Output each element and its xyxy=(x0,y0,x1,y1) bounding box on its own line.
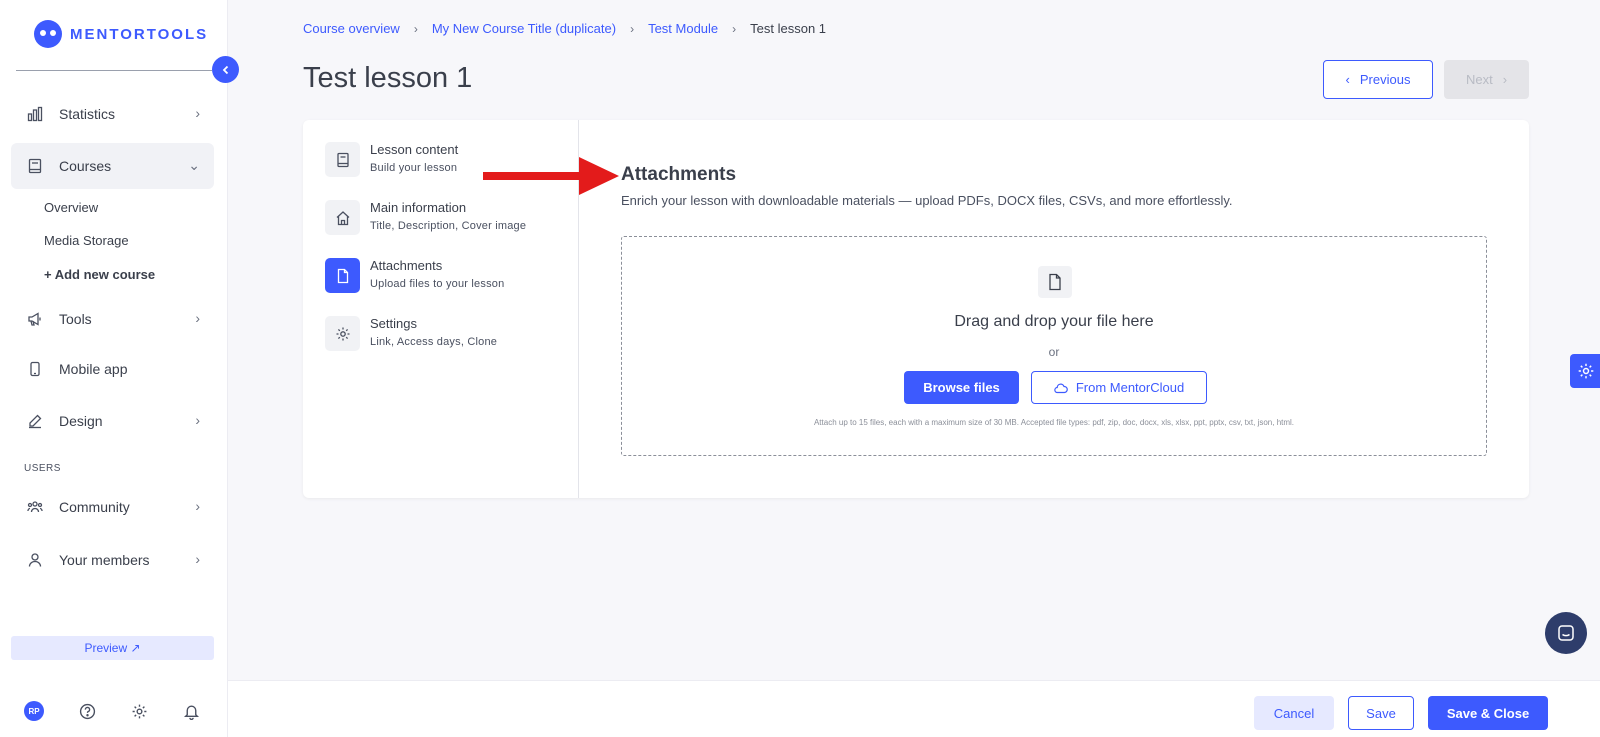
brand-name: MENTORTOOLS xyxy=(70,25,209,43)
save-close-button[interactable]: Save & Close xyxy=(1428,696,1548,730)
sidebar-subitem-add-course[interactable]: + Add new course xyxy=(44,267,155,282)
step-main-information[interactable]: Main information Title, Description, Cov… xyxy=(325,198,526,235)
bell-icon[interactable] xyxy=(182,702,200,720)
step-title: Attachments xyxy=(370,258,443,273)
dropzone-text: Drag and drop your file here xyxy=(954,313,1154,330)
next-button[interactable]: Next › xyxy=(1444,60,1529,99)
sidebar-item-community[interactable]: Community › xyxy=(11,484,214,530)
sidebar-item-statistics[interactable]: Statistics › xyxy=(11,91,214,137)
breadcrumb-item[interactable]: Course overview xyxy=(303,21,400,36)
book-icon xyxy=(325,142,360,177)
divider xyxy=(16,70,212,71)
breadcrumb-current: Test lesson 1 xyxy=(750,21,827,36)
home-icon xyxy=(325,200,360,235)
step-subtitle: Build your lesson xyxy=(370,162,458,174)
bar-chart-icon xyxy=(25,104,45,124)
megaphone-icon xyxy=(25,309,45,329)
dropzone-note: Attach up to 15 files, each with a maxim… xyxy=(813,418,1295,427)
sidebar-item-your-members[interactable]: Your members › xyxy=(11,537,214,583)
step-attachments[interactable]: Attachments Upload files to your lesson xyxy=(325,256,504,293)
attachments-title: Attachments xyxy=(621,164,737,185)
section-label-users: USERS xyxy=(24,463,61,474)
sidebar-item-label: Your members xyxy=(59,552,150,568)
book-icon xyxy=(25,156,45,176)
people-icon xyxy=(25,497,45,517)
breadcrumb-item[interactable]: Test Module xyxy=(648,21,718,36)
chevron-right-icon: › xyxy=(195,551,200,567)
sidebar-item-label: Community xyxy=(59,499,130,515)
pencil-icon xyxy=(25,411,45,431)
chevron-right-icon: › xyxy=(732,21,737,36)
sidebar-item-tools[interactable]: Tools › xyxy=(11,296,214,342)
gear-icon xyxy=(325,316,360,351)
chat-icon xyxy=(1558,625,1574,641)
sidebar-item-label: Tools xyxy=(59,311,92,327)
save-button[interactable]: Save xyxy=(1348,696,1414,730)
sidebar-item-label: Design xyxy=(59,413,103,429)
chevron-right-icon: › xyxy=(195,105,200,121)
avatar[interactable]: RP xyxy=(24,701,44,721)
sidebar-item-label: Statistics xyxy=(59,106,116,122)
chevron-right-icon: › xyxy=(1502,72,1508,87)
step-title: Main information xyxy=(370,200,467,215)
chevron-left-icon xyxy=(222,65,228,74)
sidebar-item-design[interactable]: Design › xyxy=(11,398,214,444)
preview-button[interactable]: Preview ↗ xyxy=(11,636,214,660)
sidebar-item-mobile-app[interactable]: Mobile app xyxy=(11,346,214,392)
gear-icon[interactable] xyxy=(130,702,148,720)
step-settings[interactable]: Settings Link, Access days, Clone xyxy=(325,314,497,351)
from-mentorcloud-button[interactable]: From MentorCloud xyxy=(1031,371,1207,404)
logo-icon xyxy=(34,20,62,48)
gear-icon xyxy=(1578,363,1594,379)
footer-bar: Cancel Save Save & Close xyxy=(228,680,1600,737)
previous-button[interactable]: ‹ Previous xyxy=(1323,60,1433,99)
annotation-arrow xyxy=(483,157,619,195)
logo[interactable]: MENTORTOOLS xyxy=(34,20,208,48)
chevron-right-icon: › xyxy=(195,498,200,514)
chat-button[interactable] xyxy=(1545,612,1587,654)
phone-icon xyxy=(25,359,45,379)
page-title: Test lesson 1 xyxy=(303,62,473,94)
dropzone-or: or xyxy=(1048,345,1060,359)
next-label: Next xyxy=(1465,72,1493,87)
sidebar-item-label: Courses xyxy=(59,158,112,174)
user-icon xyxy=(25,550,45,570)
cancel-button[interactable]: Cancel xyxy=(1254,696,1334,730)
chevron-left-icon: ‹ xyxy=(1345,72,1350,87)
breadcrumb-item[interactable]: My New Course Title (duplicate) xyxy=(432,21,616,36)
collapse-sidebar-button[interactable] xyxy=(212,56,239,83)
sidebar: MENTORTOOLS Statistics › Courses ⌄ Overv… xyxy=(0,0,228,737)
file-dropzone[interactable]: Drag and drop your file here or Browse f… xyxy=(621,236,1487,456)
step-subtitle: Title, Description, Cover image xyxy=(370,220,527,232)
settings-float-button[interactable] xyxy=(1570,354,1600,388)
sidebar-subitem-media-storage[interactable]: Media Storage xyxy=(44,233,129,248)
chevron-right-icon: › xyxy=(413,21,418,36)
previous-label: Previous xyxy=(1359,72,1411,87)
chevron-right-icon: › xyxy=(195,310,200,326)
step-lesson-content[interactable]: Lesson content Build your lesson xyxy=(325,140,458,177)
attachments-description: Enrich your lesson with downloadable mat… xyxy=(621,193,1233,208)
file-icon xyxy=(1038,266,1072,298)
chevron-right-icon: › xyxy=(630,21,635,36)
sidebar-subitem-overview[interactable]: Overview xyxy=(44,200,98,215)
browse-files-button[interactable]: Browse files xyxy=(904,371,1019,404)
step-title: Lesson content xyxy=(370,142,459,157)
file-icon xyxy=(325,258,360,293)
step-subtitle: Upload files to your lesson xyxy=(370,278,505,290)
sidebar-footer: RP xyxy=(24,701,200,721)
breadcrumb: Course overview › My New Course Title (d… xyxy=(303,21,826,36)
chevron-right-icon: › xyxy=(195,412,200,428)
sidebar-item-label: Mobile app xyxy=(59,361,128,377)
step-title: Settings xyxy=(370,316,417,331)
cloud-icon xyxy=(1054,383,1068,393)
step-subtitle: Link, Access days, Clone xyxy=(370,336,498,348)
cloud-button-label: From MentorCloud xyxy=(1075,380,1185,395)
chevron-down-icon: ⌄ xyxy=(188,157,200,173)
help-icon[interactable] xyxy=(78,702,96,720)
sidebar-item-courses[interactable]: Courses ⌄ xyxy=(11,143,214,189)
